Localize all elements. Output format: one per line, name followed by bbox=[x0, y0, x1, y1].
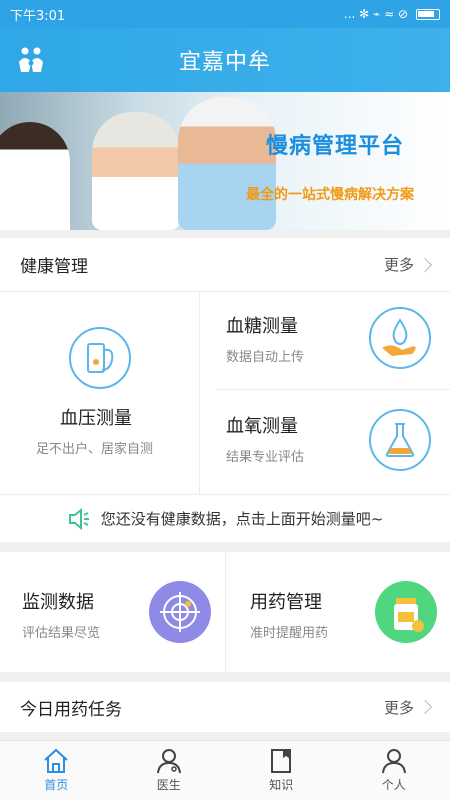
battery-icon bbox=[416, 8, 440, 20]
today-header: 今日用药任务 更多 bbox=[0, 682, 450, 732]
medication-subtitle: 准时提醒用药 bbox=[250, 626, 329, 641]
tab-doctor[interactable]: 医生 bbox=[113, 741, 226, 800]
doctor-figure bbox=[0, 122, 70, 230]
speaker-icon bbox=[68, 507, 89, 530]
blood-pressure-icon bbox=[69, 327, 131, 389]
health-header: 健康管理 更多 bbox=[0, 238, 450, 292]
bottom-tab-bar: 首页 医生 知识 个人 bbox=[0, 740, 450, 800]
oxygen-subtitle: 结果专业评估 bbox=[226, 450, 305, 465]
monitor-title: 监测数据 bbox=[22, 592, 94, 613]
status-time: 下午3:01 bbox=[10, 8, 66, 24]
health-more-button[interactable]: 更多 bbox=[383, 254, 433, 275]
blood-glucose-icon bbox=[369, 307, 431, 369]
tab-knowledge-label: 知识 bbox=[269, 778, 294, 792]
monitor-subtitle: 评估结果尽览 bbox=[22, 626, 101, 641]
glucose-subtitle: 数据自动上传 bbox=[226, 350, 305, 365]
today-title: 今日用药任务 bbox=[20, 699, 122, 720]
glucose-title: 血糖测量 bbox=[226, 316, 298, 337]
medication-card[interactable]: 用药管理 准时提醒用药 bbox=[226, 552, 450, 672]
pill-bottle-icon bbox=[375, 581, 437, 643]
health-more-label: 更多 bbox=[383, 256, 414, 274]
tab-profile[interactable]: 个人 bbox=[338, 741, 450, 800]
today-more-label: 更多 bbox=[383, 698, 414, 717]
chevron-right-icon bbox=[417, 257, 433, 272]
status-icons-text: ... ✻ ⌁ ≈ ⊘ bbox=[343, 7, 408, 21]
flask-icon bbox=[369, 409, 431, 471]
medication-title: 用药管理 bbox=[250, 592, 322, 613]
family-icon[interactable] bbox=[16, 46, 46, 74]
oxygen-title: 血氧测量 bbox=[226, 416, 298, 437]
tab-home[interactable]: 首页 bbox=[0, 741, 113, 800]
tools-row: 监测数据 评估结果尽览 用药管理 准时提醒用药 bbox=[0, 552, 450, 672]
bp-subtitle: 足不出户、居家自测 bbox=[36, 442, 154, 457]
chevron-right-icon bbox=[417, 699, 433, 715]
tab-profile-label: 个人 bbox=[381, 778, 406, 792]
banner-title: 慢病管理平台 bbox=[266, 134, 405, 159]
banner[interactable]: 慢病管理平台 最全的一站式慢病解决方案 bbox=[0, 92, 450, 230]
tip-row[interactable]: 您还没有健康数据，点击上面开始测量吧~ bbox=[0, 494, 450, 542]
tab-home-label: 首页 bbox=[44, 778, 69, 792]
bp-card[interactable]: 血压测量 足不出户、居家自测 bbox=[0, 292, 200, 494]
app-title: 宜嘉中牟 bbox=[178, 50, 271, 75]
person-icon bbox=[381, 749, 406, 774]
home-icon bbox=[44, 748, 68, 773]
book-icon bbox=[271, 749, 292, 773]
oxygen-card[interactable]: 血氧测量 结果专业评估 bbox=[216, 390, 450, 494]
today-more-button[interactable]: 更多 bbox=[383, 697, 433, 718]
tab-doctor-label: 医生 bbox=[156, 778, 181, 792]
monitor-card[interactable]: 监测数据 评估结果尽览 bbox=[0, 552, 226, 672]
banner-subtitle: 最全的一站式慢病解决方案 bbox=[246, 187, 414, 203]
tab-knowledge[interactable]: 知识 bbox=[225, 741, 338, 800]
doctor-icon bbox=[156, 749, 181, 774]
radar-icon bbox=[149, 581, 211, 643]
status-icons: ... ✻ ⌁ ≈ ⊘ bbox=[344, 7, 440, 21]
app-bar: 宜嘉中牟 bbox=[0, 28, 450, 92]
bp-title: 血压测量 bbox=[60, 408, 132, 429]
health-cards: 血压测量 足不出户、居家自测 血糖测量 数据自动上传 血氧测量 结果专业评估 bbox=[0, 292, 450, 494]
elderly-woman-figure bbox=[92, 112, 180, 230]
glucose-card[interactable]: 血糖测量 数据自动上传 bbox=[216, 292, 450, 390]
status-bar: 下午3:01 ... ✻ ⌁ ≈ ⊘ bbox=[0, 0, 450, 28]
health-title: 健康管理 bbox=[20, 257, 88, 277]
tip-text: 您还没有健康数据，点击上面开始测量吧~ bbox=[100, 510, 384, 528]
elderly-man-figure bbox=[178, 97, 276, 230]
